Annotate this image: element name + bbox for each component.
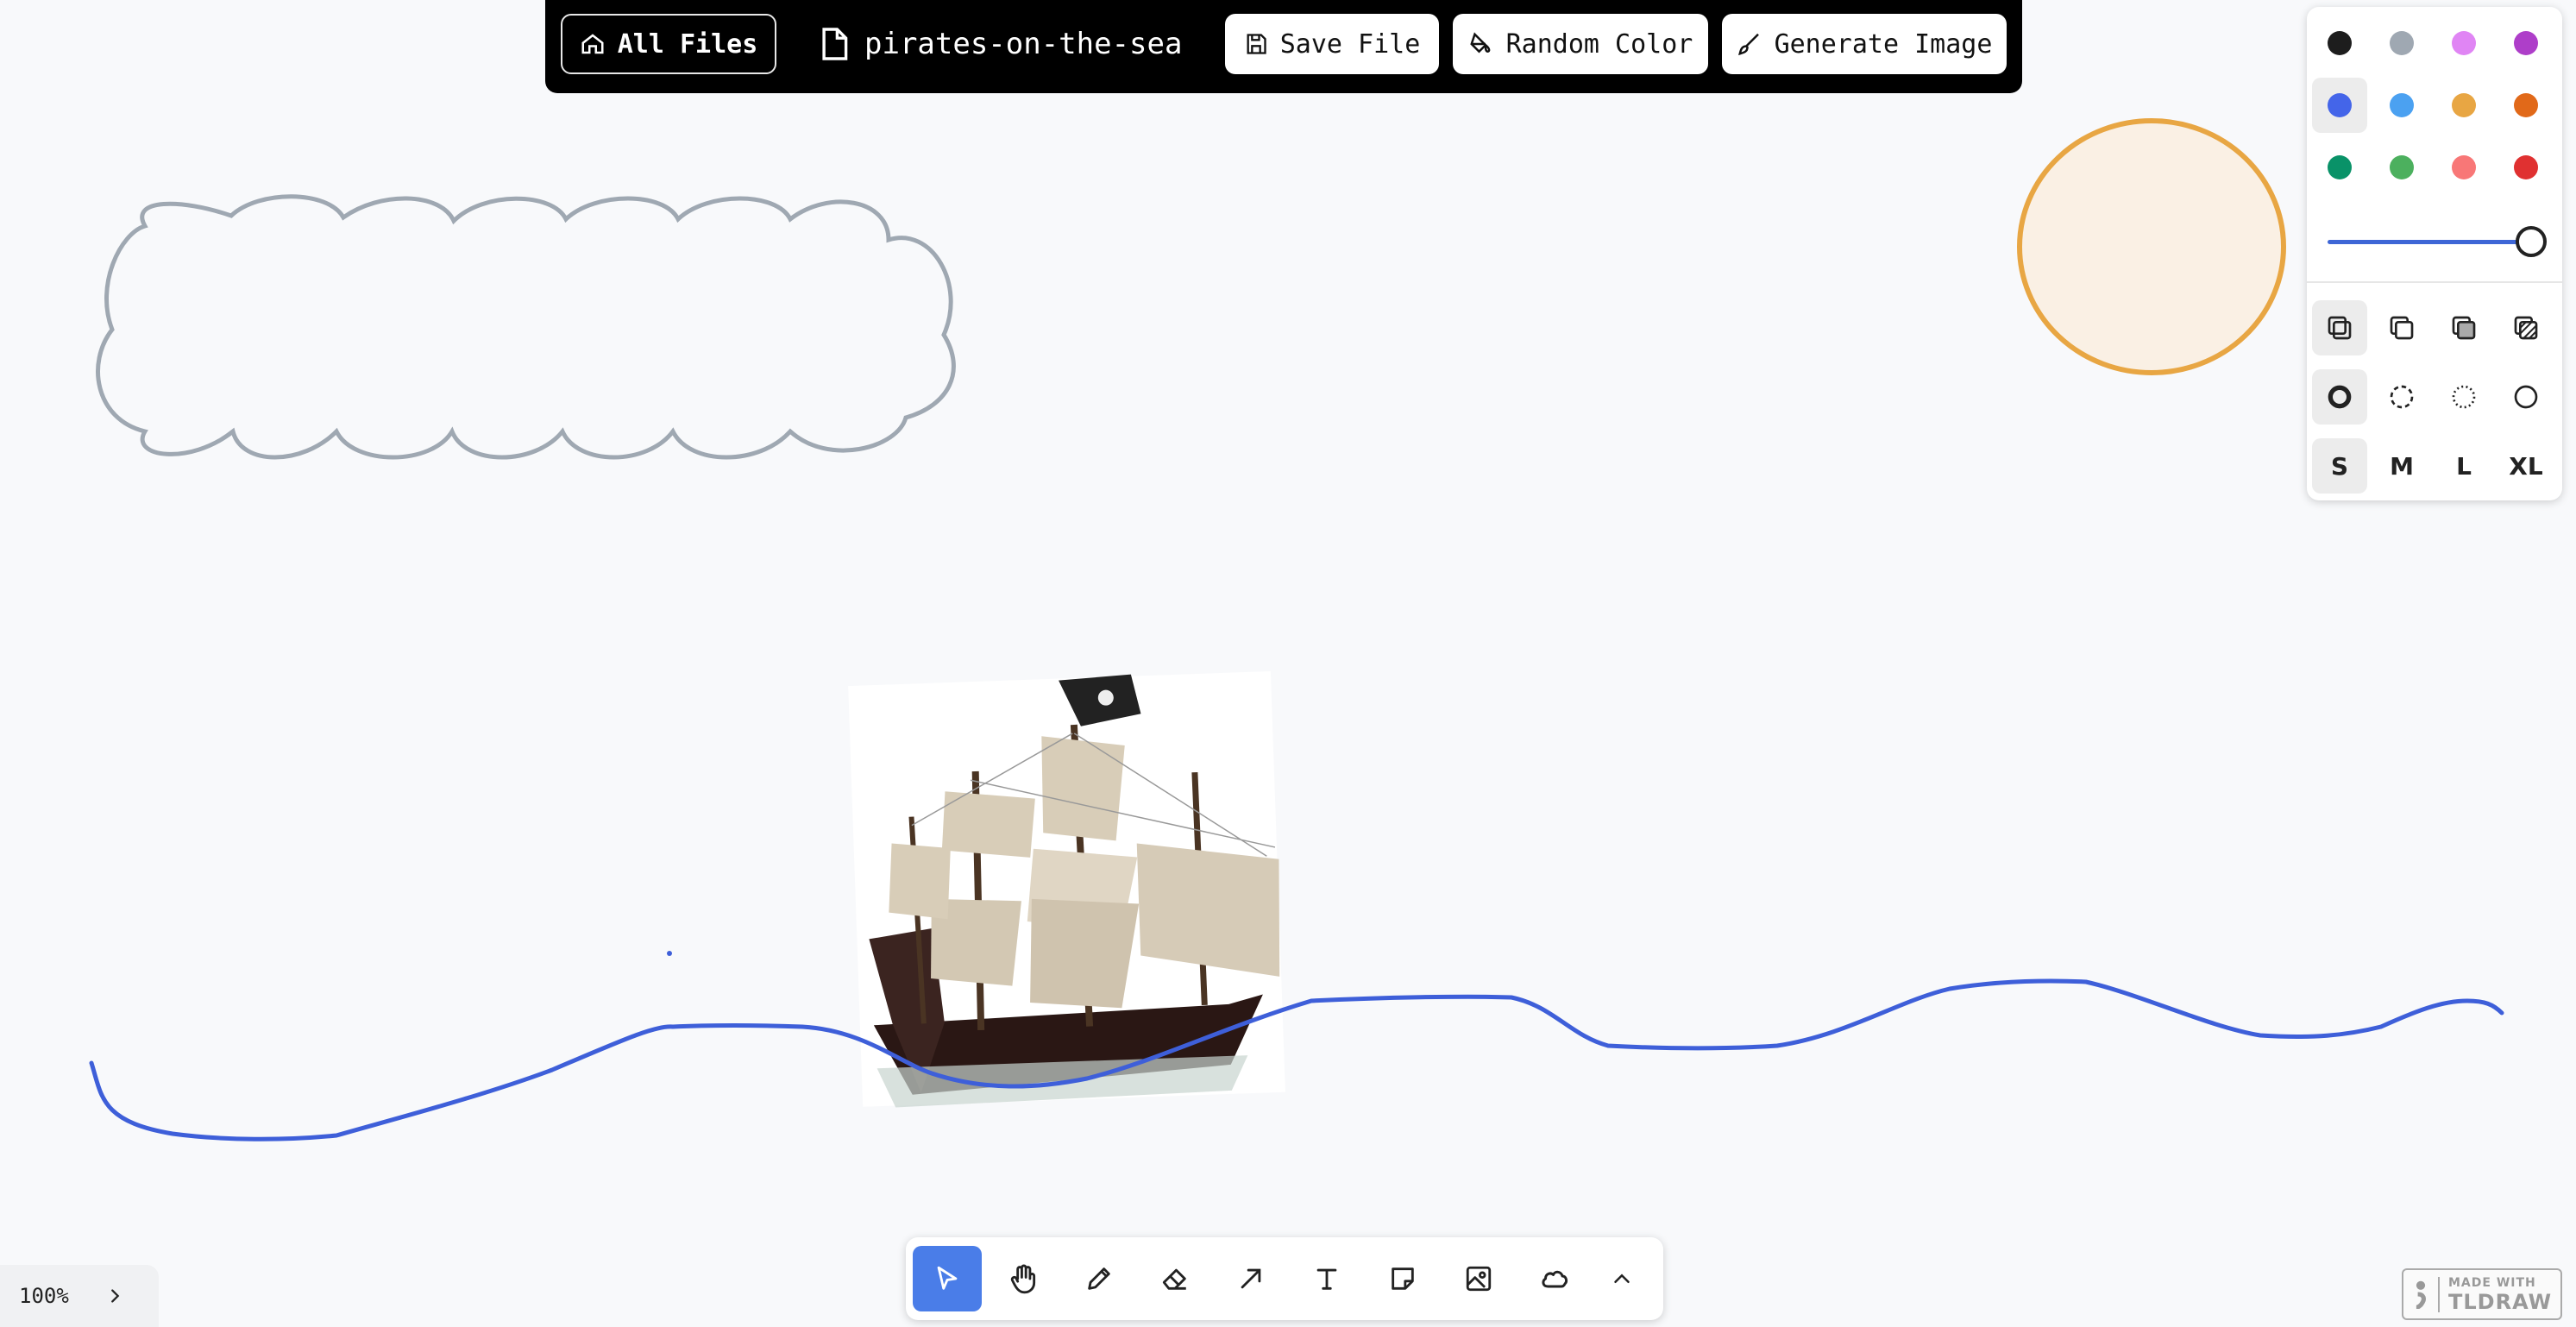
size-m-button[interactable]: M	[2374, 438, 2429, 494]
text-icon	[1316, 1268, 1337, 1290]
color-swatch[interactable]	[2374, 16, 2429, 71]
note-tool-button[interactable]	[1368, 1246, 1437, 1311]
style-panel: S M L XL	[2307, 7, 2562, 500]
dash-dotted-icon	[2452, 385, 2476, 409]
hand-icon	[1010, 1264, 1036, 1294]
tldraw-logo-icon	[2416, 1280, 2426, 1309]
sun-ellipse[interactable]	[2017, 118, 2286, 375]
image-icon	[1466, 1266, 1492, 1292]
random-color-label: Random Color	[1505, 28, 1693, 60]
color-swatch[interactable]	[2436, 78, 2491, 133]
color-swatch[interactable]	[2312, 16, 2367, 71]
canvas-shapes	[89, 118, 2504, 1141]
made-with-tldraw-badge[interactable]: MADE WITH TLDRAW	[2402, 1268, 2562, 1320]
color-dot	[2390, 93, 2414, 117]
cloud-shape[interactable]	[96, 194, 956, 460]
color-swatch[interactable]	[2498, 140, 2554, 195]
color-dot	[2390, 31, 2414, 55]
fill-none-icon	[2328, 316, 2352, 340]
chevron-up-icon	[1614, 1274, 1630, 1283]
cloud-icon	[1542, 1270, 1568, 1288]
dash-dashed-button[interactable]	[2374, 369, 2429, 425]
drawing-canvas[interactable]	[0, 0, 2576, 1327]
panel-divider	[2307, 281, 2562, 283]
pirate-ship-image[interactable]	[848, 670, 1287, 1109]
chevron-right-icon	[110, 1289, 120, 1303]
color-dot	[2452, 93, 2476, 117]
size-l-button[interactable]: L	[2436, 438, 2491, 494]
color-dot	[2514, 31, 2538, 55]
select-tool-button[interactable]	[913, 1246, 982, 1311]
dash-dotted-button[interactable]	[2436, 369, 2491, 425]
wave-stroke[interactable]	[89, 978, 2504, 1141]
pencil-icon	[1088, 1267, 1110, 1290]
draw-tool-button[interactable]	[1065, 1246, 1134, 1311]
generate-image-button[interactable]: Generate Image	[1722, 14, 2007, 74]
paint-bucket-icon	[1469, 32, 1490, 53]
file-name-label: pirates-on-the-sea	[864, 27, 1183, 61]
color-dot	[2452, 155, 2476, 179]
arrow-icon	[1241, 1268, 1261, 1289]
dash-dashed-icon	[2390, 385, 2414, 409]
size-s-button[interactable]: S	[2312, 438, 2367, 494]
opacity-slider-track[interactable]	[2328, 240, 2526, 244]
file-icon	[822, 28, 848, 60]
eraser-tool-button[interactable]	[1140, 1246, 1209, 1311]
cloud-tool-button[interactable]	[1520, 1246, 1589, 1311]
ink-dot[interactable]	[667, 951, 672, 956]
save-file-label: Save File	[1279, 28, 1421, 60]
color-dot	[2514, 155, 2538, 179]
eraser-icon	[1162, 1268, 1186, 1290]
color-swatch[interactable]	[2498, 16, 2554, 71]
asset-tool-button[interactable]	[1444, 1246, 1513, 1311]
watermark-line1: MADE WITH	[2448, 1275, 2536, 1290]
save-icon	[1247, 34, 1266, 54]
fill-pattern-button[interactable]	[2498, 300, 2554, 355]
color-swatch[interactable]	[2312, 140, 2367, 195]
color-dot	[2514, 93, 2538, 117]
hand-tool-button[interactable]	[989, 1246, 1058, 1311]
fill-pattern-icon	[2514, 316, 2538, 340]
fill-solid-button[interactable]	[2436, 300, 2491, 355]
dash-solid-icon	[2514, 385, 2538, 409]
dash-solid-button[interactable]	[2498, 369, 2554, 425]
zoom-level: 100%	[19, 1284, 69, 1308]
color-dot	[2390, 155, 2414, 179]
color-dot	[2328, 93, 2352, 117]
top-bar: All Files pirates-on-the-sea Save File R…	[545, 0, 2022, 93]
cursor-icon	[937, 1266, 958, 1290]
size-xl-button[interactable]: XL	[2498, 438, 2554, 494]
fill-semi-button[interactable]	[2374, 300, 2429, 355]
file-name-display: pirates-on-the-sea	[820, 14, 1182, 74]
arrow-tool-button[interactable]	[1216, 1246, 1285, 1311]
fill-semi-icon	[2390, 316, 2414, 340]
generate-image-label: Generate Image	[1774, 28, 1993, 60]
dash-draw-icon	[2328, 385, 2352, 409]
color-dot	[2328, 31, 2352, 55]
color-swatch[interactable]	[2436, 16, 2491, 71]
color-swatch[interactable]	[2374, 78, 2429, 133]
save-file-button[interactable]: Save File	[1225, 14, 1439, 74]
opacity-slider-thumb[interactable]	[2516, 226, 2547, 257]
all-files-label: All Files	[617, 28, 758, 60]
color-dot	[2452, 31, 2476, 55]
color-swatch[interactable]	[2498, 78, 2554, 133]
zoom-control[interactable]: 100%	[0, 1265, 159, 1327]
random-color-button[interactable]: Random Color	[1453, 14, 1708, 74]
color-swatch[interactable]	[2312, 78, 2367, 133]
fill-solid-icon	[2452, 316, 2476, 340]
color-swatch[interactable]	[2436, 140, 2491, 195]
bottom-toolbar	[906, 1237, 1663, 1320]
home-icon	[581, 34, 604, 54]
brush-icon	[1737, 33, 1759, 55]
all-files-button[interactable]: All Files	[561, 14, 776, 74]
fill-none-button[interactable]	[2312, 300, 2367, 355]
watermark-line2: TLDRAW	[2448, 1289, 2553, 1314]
dash-draw-button[interactable]	[2312, 369, 2367, 425]
sticky-note-icon	[1392, 1267, 1414, 1290]
color-dot	[2328, 155, 2352, 179]
text-tool-button[interactable]	[1292, 1246, 1361, 1311]
color-swatch[interactable]	[2374, 140, 2429, 195]
more-tools-button[interactable]	[1587, 1246, 1656, 1311]
